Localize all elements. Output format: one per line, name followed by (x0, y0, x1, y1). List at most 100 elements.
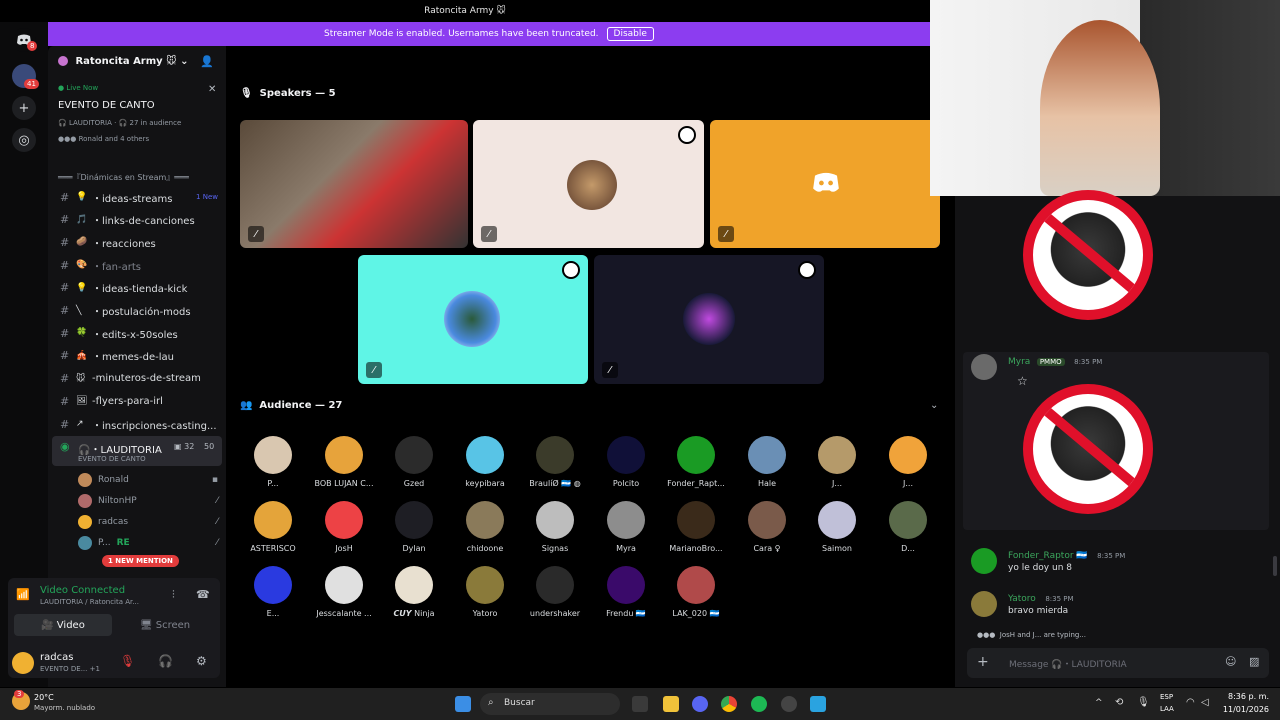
self-avatar[interactable] (12, 652, 34, 674)
audience-member[interactable]: MarianoBro... (660, 501, 732, 553)
tray-chevron-icon[interactable]: ^ (1095, 698, 1103, 708)
channel-item[interactable]: # ╲ ・postulación-mods (48, 301, 226, 321)
audience-member[interactable]: Dylan (378, 501, 450, 553)
voice-location[interactable]: LAUDITORIA / Ratoncita Ar... (40, 598, 139, 606)
chrome-icon[interactable] (721, 696, 737, 712)
close-icon[interactable]: ✕ (208, 84, 216, 95)
avatar (889, 436, 927, 474)
avatar (677, 501, 715, 539)
audience-member[interactable]: BraulíØ 🇭🇳 ◍ (519, 436, 591, 488)
audience-member[interactable]: J... (801, 436, 873, 488)
disable-button[interactable]: Disable (606, 27, 654, 41)
chat-scrollbar[interactable] (1273, 556, 1277, 576)
star-icon[interactable]: ☆ (1017, 374, 1028, 388)
clock-time[interactable]: 8:36 p. m. (1225, 692, 1269, 701)
channel-item[interactable]: # 🥔 ・reacciones (48, 232, 226, 252)
file-explorer-icon[interactable] (663, 696, 679, 712)
volume-icon[interactable]: ◁ (1201, 697, 1209, 708)
add-member-icon[interactable]: 👤 (200, 55, 214, 68)
category-header[interactable]: ═══『Dinámicas en Stream』═══ (58, 172, 189, 183)
audience-member[interactable]: D... (872, 501, 944, 553)
voice-user[interactable]: radcas ⁄ (78, 512, 224, 532)
spotify-icon[interactable] (751, 696, 767, 712)
audience-member[interactable]: Cara ♀ (731, 501, 803, 553)
chevron-down-icon[interactable]: ⌄ (930, 400, 938, 411)
audience-member[interactable]: Frendu 🇭🇳 (590, 566, 662, 618)
channel-item[interactable]: # 🖼 -flyers-para-irl (48, 391, 226, 411)
audience-member[interactable]: ASTERISCO (237, 501, 309, 553)
speaker-tile-video[interactable]: ⁄ (240, 120, 468, 248)
discover-icon[interactable]: ◎ (12, 128, 36, 152)
audience-name: BOB LUJAN C... (314, 479, 374, 488)
voice-user[interactable]: Ronald ▪ (78, 470, 224, 490)
audience-member[interactable]: BOB LUJAN C... (308, 436, 380, 488)
live-now-label: ● Live Now (58, 84, 99, 92)
audience-member[interactable]: Yatoro (449, 566, 521, 618)
message-input[interactable]: + Message 🎧・LAUDITORIA ☺ ▨ (967, 648, 1269, 678)
audience-member[interactable]: Signas (519, 501, 591, 553)
tray-app-icon[interactable]: ⟲ (1115, 697, 1123, 708)
channel-item[interactable]: # 🎪 ・memes-de-lau (48, 346, 226, 366)
audience-member[interactable]: Fonder_Rapt... (660, 436, 732, 488)
audience-member[interactable]: keypibara (449, 436, 521, 488)
microphone-icon[interactable]: 🎙 (1137, 697, 1150, 708)
voice-user[interactable]: NiltonHP ⁄ (78, 491, 224, 511)
channel-item[interactable]: # 🎨 ・fan-arts (48, 255, 226, 275)
chat-message-author[interactable]: Myra PMMO 8:35 PM (1008, 354, 1102, 367)
notepad-icon[interactable] (810, 696, 826, 712)
soundboard-icon[interactable]: ⫶ (172, 588, 175, 602)
channel-item[interactable]: # 🎵 ・links-de-canciones (48, 210, 226, 230)
stage-channel-lauditoria[interactable]: ◉ 🎧・LAUDITORIA ▣ 32 50 EVENTO DE CANTO (52, 436, 222, 466)
home-badge: 8 (27, 41, 38, 51)
add-server-icon[interactable]: + (12, 96, 36, 120)
voice-user[interactable]: P... RE ⁄ (78, 533, 224, 553)
audience-member[interactable]: 𝘾𝙐𝙔 Ninja (378, 566, 450, 618)
speaker-tile[interactable]: ⁄ (710, 120, 940, 248)
channel-hash-icon: # (60, 190, 70, 204)
audience-member[interactable]: LAK_020 🇭🇳 (660, 566, 732, 618)
audience-member[interactable]: undershaker (519, 566, 591, 618)
gif-icon[interactable]: ▨ (1249, 655, 1259, 668)
emoji-icon[interactable]: ☺ (1225, 655, 1236, 668)
audience-member[interactable]: JosH (308, 501, 380, 553)
obs-icon[interactable] (781, 696, 797, 712)
channel-item[interactable]: # 🍀 ・edits-x-50soles (48, 323, 226, 343)
screen-button[interactable]: 🖥 Screen (116, 614, 214, 636)
channel-item[interactable]: # ↗ ・inscripciones-casting... (48, 414, 226, 434)
audience-member[interactable]: E... (237, 566, 309, 618)
audience-member[interactable]: J... (872, 436, 944, 488)
task-view-icon[interactable] (632, 696, 648, 712)
headphones-icon[interactable]: 🎧 (158, 654, 173, 668)
windows-start-icon[interactable] (455, 696, 471, 712)
speaker-tile[interactable]: ⁄ (473, 120, 704, 248)
new-mention-pill[interactable]: 1 NEW MENTION (102, 555, 179, 567)
speaker-tile[interactable]: ⁄ (358, 255, 588, 384)
speakers-header: 🎙 Speakers — 5 (240, 88, 336, 99)
disconnect-icon[interactable]: ☎ (196, 588, 210, 601)
mic-muted-icon[interactable]: 🎙 (120, 654, 135, 668)
add-attachment-icon[interactable]: + (977, 654, 989, 670)
audience-member[interactable]: Saimon (801, 501, 873, 553)
weather-desc: Mayorm. nublado (34, 704, 96, 712)
channel-hash-icon: # (60, 326, 70, 340)
audience-member[interactable]: Hale (731, 436, 803, 488)
channel-item[interactable]: # 🐭 -minuteros-de-stream (48, 369, 226, 389)
taskbar-search[interactable]: ⌕ Buscar (480, 693, 620, 715)
speaker-tile[interactable]: ⁄ (594, 255, 824, 384)
language-top[interactable]: ESP (1160, 693, 1173, 701)
server-name[interactable]: Ratoncita Army 🐭 ⌄ (58, 56, 188, 67)
audience-member[interactable]: Myra (590, 501, 662, 553)
discord-taskbar-icon[interactable] (692, 696, 708, 712)
channel-label: ・ideas-streams (92, 193, 173, 205)
audience-member[interactable]: Jesscalante ... (308, 566, 380, 618)
settings-gear-icon[interactable]: ⚙ (196, 654, 207, 668)
audience-member[interactable]: Polcito (590, 436, 662, 488)
channel-item[interactable]: # 💡 ・ideas-tienda-kick (48, 278, 226, 298)
audience-member[interactable]: Gzed (378, 436, 450, 488)
wifi-icon[interactable]: ◠ (1186, 697, 1195, 708)
audience-member[interactable]: P... (237, 436, 309, 488)
video-button[interactable]: 🎥 Video (14, 614, 112, 636)
channel-item[interactable]: # 💡 ・ideas-streams 1 New (48, 187, 226, 207)
message-placeholder: Message 🎧・LAUDITORIA (1009, 660, 1127, 670)
audience-member[interactable]: chidoone (449, 501, 521, 553)
